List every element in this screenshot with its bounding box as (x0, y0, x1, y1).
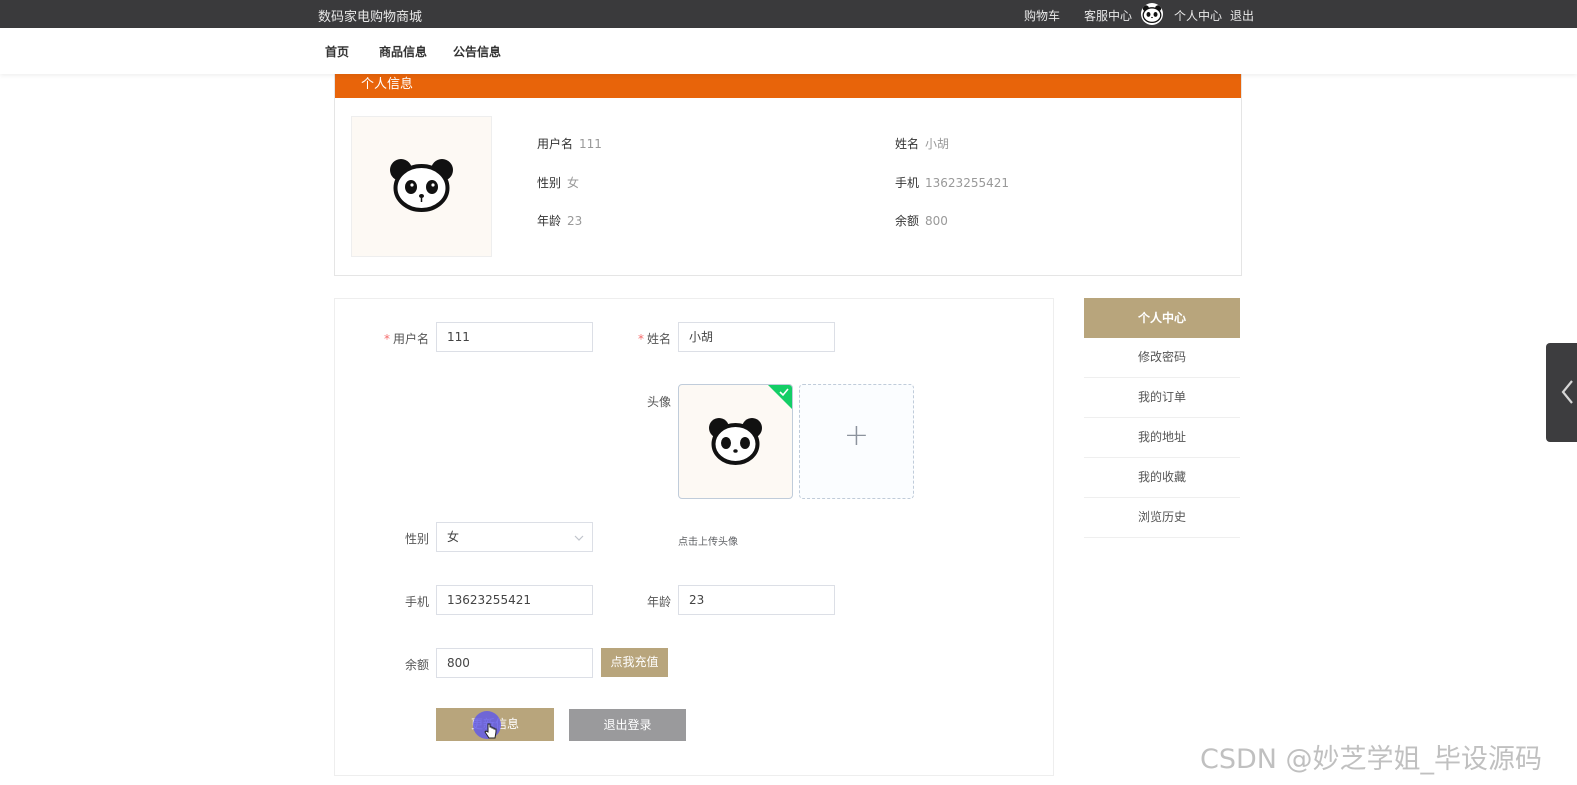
service-center-link[interactable]: 客服中心 (1084, 7, 1132, 24)
recharge-button[interactable]: 点我充值 (601, 648, 668, 677)
phone-input[interactable]: 13623255421 (436, 585, 593, 615)
personal-info-panel: 个人信息 用户名 111 姓名 小胡 性别女 手机 13623255421 年龄 23 … (334, 62, 1242, 276)
logout-link[interactable]: 退出 (1230, 7, 1254, 24)
nav-home[interactable]: 首页 (325, 43, 349, 60)
info-username: 用户名 111 (537, 137, 602, 151)
nav-announcements[interactable]: 公告信息 (453, 43, 501, 60)
chevron-down-icon (574, 535, 584, 541)
sidebar-item-browse-history[interactable]: 浏览历史 (1084, 498, 1240, 538)
check-icon (768, 385, 792, 409)
profile-link[interactable]: 个人中心 (1174, 7, 1222, 24)
main-nav: 首页 商品信息 公告信息 (0, 28, 1577, 74)
info-age: 年龄 23 (537, 214, 583, 228)
sidebar-item-my-favorites[interactable]: 我的收藏 (1084, 458, 1240, 498)
nav-products[interactable]: 商品信息 (379, 43, 427, 60)
cart-link[interactable]: 购物车 (1024, 7, 1060, 24)
gender-label: 性别 (404, 532, 429, 546)
plus-icon: + (843, 418, 870, 453)
avatar-upload-trigger[interactable]: + (799, 384, 914, 499)
panda-avatar-icon (1142, 5, 1162, 24)
sidebar-item-my-address[interactable]: 我的地址 (1084, 418, 1240, 458)
name-input[interactable]: 小胡 (678, 322, 835, 352)
info-phone: 手机 13623255421 (895, 176, 1009, 190)
gender-select[interactable]: 女 (436, 522, 593, 552)
logout-button[interactable]: 退出登录 (569, 709, 686, 741)
username-input[interactable]: 111 (436, 322, 593, 352)
upload-hint: 点击上传头像 (678, 537, 738, 548)
info-name: 姓名 小胡 (895, 137, 950, 151)
sidebar-title: 个人中心 (1084, 298, 1240, 338)
username-label: * 用户名 (383, 332, 429, 346)
name-label: * 姓名 (637, 332, 671, 346)
user-avatar[interactable] (1141, 3, 1163, 25)
chevron-left-icon (1561, 380, 1573, 404)
top-bar: 数码家电购物商城 购物车 客服中心 个人中心 退出 (0, 0, 1577, 28)
age-input[interactable]: 23 (678, 585, 835, 615)
panda-avatar-icon (390, 159, 453, 212)
balance-input[interactable]: 800 (436, 648, 593, 678)
sidebar-item-my-orders[interactable]: 我的订单 (1084, 378, 1240, 418)
age-label: 年龄 (646, 595, 671, 609)
balance-label: 余额 (404, 658, 429, 672)
update-info-button[interactable]: 更新信息 (436, 708, 554, 741)
profile-avatar-large (351, 116, 492, 257)
sidebar-item-change-password[interactable]: 修改密码 (1084, 338, 1240, 378)
avatar-label: 头像 (646, 395, 671, 409)
info-balance: 余额 800 (895, 214, 948, 228)
uploaded-avatar[interactable] (678, 384, 793, 499)
user-center-sidebar: 个人中心 修改密码 我的订单 我的地址 我的收藏 浏览历史 (1084, 298, 1240, 538)
site-title: 数码家电购物商城 (318, 10, 423, 25)
personal-info-title: 个人信息 (361, 77, 414, 92)
phone-label: 手机 (404, 595, 429, 609)
profile-edit-form: * 用户名 111 * 姓名 小胡 头像 + 点击上传头像 性别 女 手机 1362… (334, 298, 1054, 776)
info-gender: 性别女 (537, 176, 580, 190)
side-drawer-toggle[interactable] (1546, 343, 1577, 442)
watermark: CSDN @妙芝学姐_毕设源码 (1200, 744, 1543, 775)
hand-cursor-icon (484, 723, 497, 739)
